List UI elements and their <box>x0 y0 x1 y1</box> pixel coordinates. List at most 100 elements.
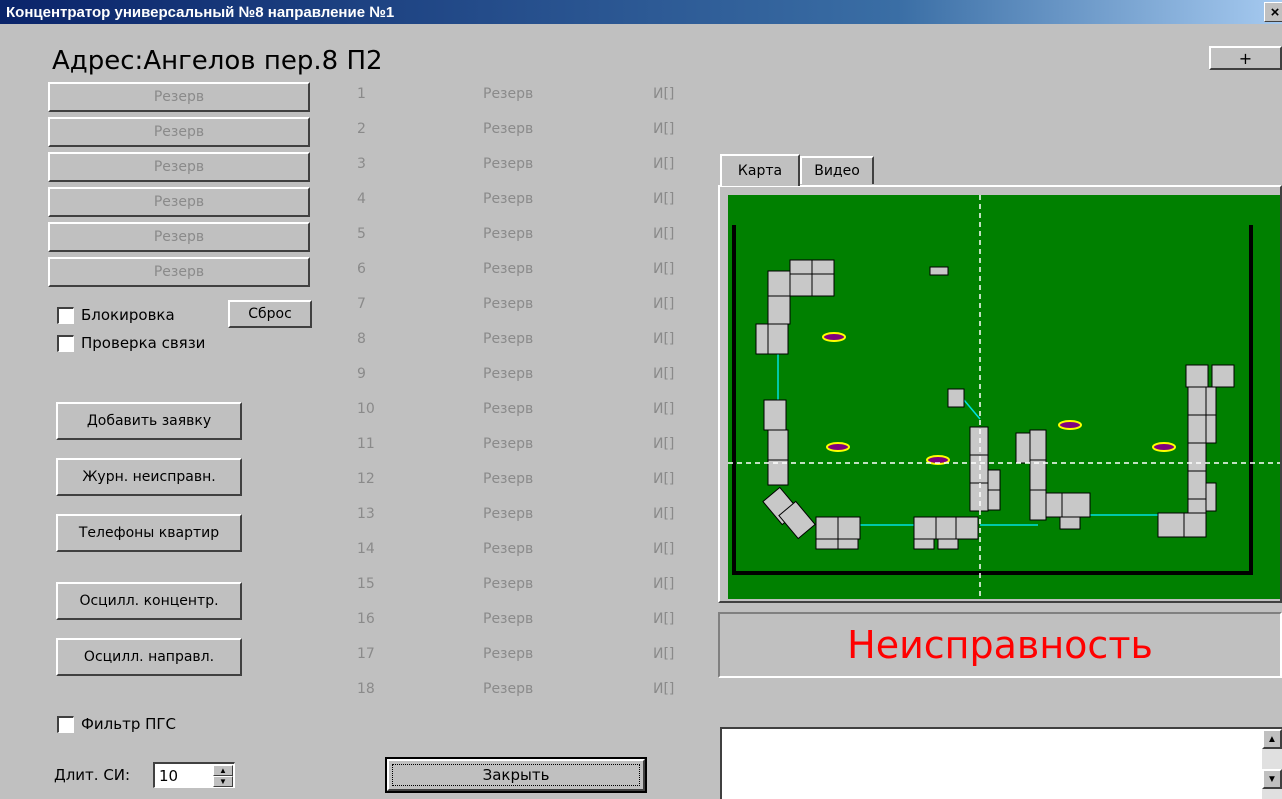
channel-row: 18 Резерв И[] <box>355 681 700 701</box>
tab-video[interactable]: Видео <box>800 156 874 184</box>
map-canvas[interactable] <box>728 195 1280 599</box>
link-line <box>963 399 981 420</box>
device-marker <box>826 442 850 452</box>
reserve-button-2[interactable]: Резерв <box>48 117 310 147</box>
channel-label: Резерв <box>483 576 534 592</box>
channel-label: Резерв <box>483 506 534 522</box>
osc-direction-button[interactable]: Осцилл. направл. <box>56 638 242 676</box>
channel-flag: И[] <box>653 191 675 207</box>
duration-label-row: Длит. СИ: <box>54 766 130 784</box>
channel-label: Резерв <box>483 471 534 487</box>
apartment-phones-button[interactable]: Телефоны квартир <box>56 514 242 552</box>
reserve-button-4[interactable]: Резерв <box>48 187 310 217</box>
channel-flag: И[] <box>653 401 675 417</box>
channel-label: Резерв <box>483 261 534 277</box>
duration-label: Длит. СИ: <box>54 766 131 784</box>
channel-number: 8 <box>357 331 366 347</box>
channel-row: 1 Резерв И[] <box>355 86 700 106</box>
channel-flag: И[] <box>653 156 675 172</box>
block-checkbox-row[interactable]: Блокировка <box>57 306 175 324</box>
channel-row: 9 Резерв И[] <box>355 366 700 386</box>
reserve-button-1[interactable]: Резерв <box>48 82 310 112</box>
channel-label: Резерв <box>483 401 534 417</box>
osc-concentrator-button[interactable]: Осцилл. концентр. <box>56 582 242 620</box>
channel-number: 16 <box>357 611 375 627</box>
log-memo[interactable]: ▲ ▼ <box>720 727 1282 799</box>
scroll-up-icon[interactable]: ▲ <box>1262 729 1282 749</box>
close-button-label: Закрыть <box>387 759 645 791</box>
channel-label: Резерв <box>483 366 534 382</box>
channel-label: Резерв <box>483 226 534 242</box>
channel-row: 5 Резерв И[] <box>355 226 700 246</box>
block-checkbox[interactable] <box>57 306 74 324</box>
channel-number: 15 <box>357 576 375 592</box>
tab-map[interactable]: Карта <box>720 154 800 186</box>
channel-row: 8 Резерв И[] <box>355 331 700 351</box>
channel-number: 11 <box>357 436 375 452</box>
device-marker <box>1058 420 1082 430</box>
spin-down-arrow-icon[interactable]: ▼ <box>213 776 233 787</box>
check-link-checkbox-row[interactable]: Проверка связи <box>57 334 205 352</box>
channel-number: 7 <box>357 296 366 312</box>
channel-label: Резерв <box>483 86 534 102</box>
status-text: Неисправность <box>847 623 1153 667</box>
expand-plus-button[interactable]: + <box>1209 46 1282 70</box>
reserve-button-6[interactable]: Резерв <box>48 257 310 287</box>
reset-button[interactable]: Сброс <box>228 300 312 328</box>
duration-spin-buttons[interactable]: ▲ ▼ <box>213 765 233 787</box>
duration-input[interactable] <box>157 766 211 786</box>
status-panel: Неисправность <box>718 612 1282 678</box>
scroll-down-icon[interactable]: ▼ <box>1262 769 1282 789</box>
channel-label: Резерв <box>483 436 534 452</box>
address-label: Адрес:Ангелов пер.8 П2 <box>52 46 383 76</box>
building-blocks <box>755 259 1235 550</box>
channel-number: 13 <box>357 506 375 522</box>
channel-row: 2 Резерв И[] <box>355 121 700 141</box>
channel-label: Резерв <box>483 681 534 697</box>
reserve-button-5[interactable]: Резерв <box>48 222 310 252</box>
channel-number: 6 <box>357 261 366 277</box>
block-label: Блокировка <box>81 306 175 324</box>
channel-row: 4 Резерв И[] <box>355 191 700 211</box>
channel-number: 1 <box>357 86 366 102</box>
memo-scrollbar[interactable]: ▲ ▼ <box>1262 729 1282 799</box>
window-title: Концентратор универсальный №8 направлени… <box>6 3 395 21</box>
channel-number: 5 <box>357 226 366 242</box>
channel-row: 7 Резерв И[] <box>355 296 700 316</box>
close-icon: × <box>1270 3 1280 21</box>
map-panel <box>718 185 1282 603</box>
channel-row: 6 Резерв И[] <box>355 261 700 281</box>
channel-number: 3 <box>357 156 366 172</box>
channel-row: 12 Резерв И[] <box>355 471 700 491</box>
channel-flag: И[] <box>653 611 675 627</box>
channel-flag: И[] <box>653 121 675 137</box>
channel-flag: И[] <box>653 646 675 662</box>
channel-number: 9 <box>357 366 366 382</box>
check-link-checkbox[interactable] <box>57 334 74 352</box>
channel-row: 13 Резерв И[] <box>355 506 700 526</box>
channel-number: 2 <box>357 121 366 137</box>
channel-row: 3 Резерв И[] <box>355 156 700 176</box>
filter-checkbox-row[interactable]: Фильтр ПГС <box>57 715 176 733</box>
add-request-button[interactable]: Добавить заявку <box>56 402 242 440</box>
channel-flag: И[] <box>653 471 675 487</box>
channel-row: 11 Резерв И[] <box>355 436 700 456</box>
channel-label: Резерв <box>483 611 534 627</box>
device-marker <box>822 332 846 342</box>
filter-checkbox[interactable] <box>57 715 74 733</box>
channel-flag: И[] <box>653 86 675 102</box>
channel-flag: И[] <box>653 681 675 697</box>
channel-row: 14 Резерв И[] <box>355 541 700 561</box>
map-svg <box>728 195 1280 599</box>
fault-log-button[interactable]: Журн. неисправн. <box>56 458 242 496</box>
check-link-label: Проверка связи <box>81 334 206 352</box>
spin-up-arrow-icon[interactable]: ▲ <box>213 765 233 776</box>
window-close-button[interactable]: × <box>1264 2 1282 22</box>
channel-flag: И[] <box>653 366 675 382</box>
duration-spinner[interactable]: ▲ ▼ <box>153 762 235 788</box>
channel-flag: И[] <box>653 541 675 557</box>
channel-label: Резерв <box>483 156 534 172</box>
channel-flag: И[] <box>653 506 675 522</box>
reserve-button-3[interactable]: Резерв <box>48 152 310 182</box>
close-button[interactable]: Закрыть <box>385 757 647 793</box>
